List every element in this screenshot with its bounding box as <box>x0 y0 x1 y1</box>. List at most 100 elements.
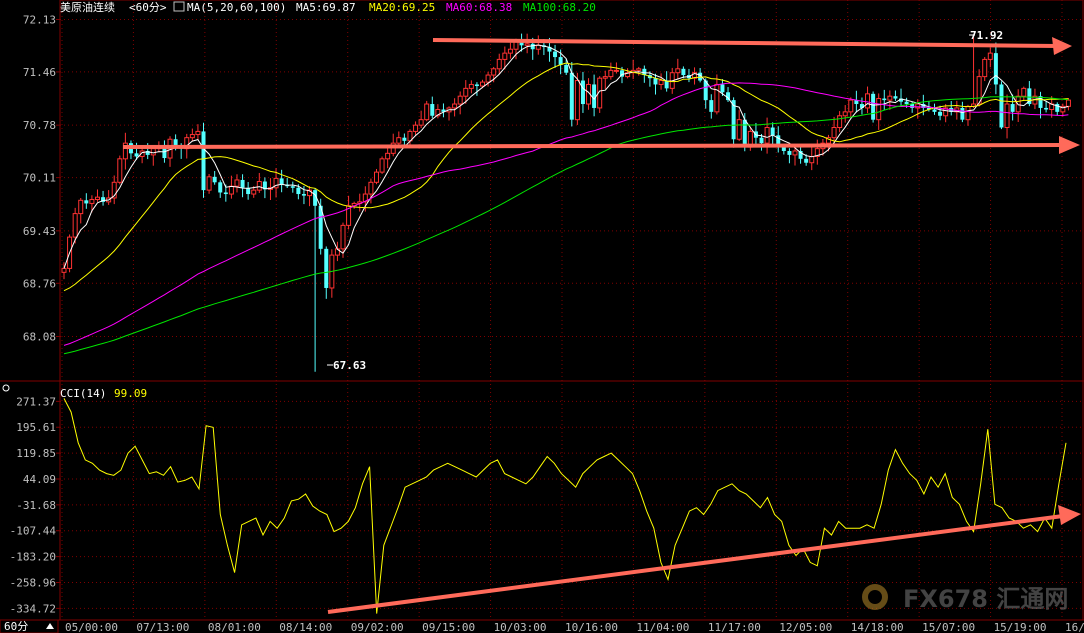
candle <box>965 104 971 126</box>
moving-average-lines <box>63 44 1069 355</box>
candle <box>78 198 84 224</box>
candle <box>167 136 173 167</box>
candle <box>770 122 775 146</box>
time-tick-label: 11/04:00 <box>636 621 689 633</box>
price-tick-label: 69.43 <box>23 225 56 238</box>
candle <box>101 190 106 206</box>
candle <box>189 128 195 142</box>
candle <box>117 155 123 185</box>
candle <box>290 181 295 193</box>
candle <box>385 146 391 169</box>
instrument-title: 美原油连续 <box>60 0 115 14</box>
candle <box>84 193 89 209</box>
candle <box>842 105 848 123</box>
candle <box>218 180 223 198</box>
candle <box>987 47 993 68</box>
candle <box>474 82 479 96</box>
period-footer[interactable]: 60分 <box>0 619 59 633</box>
annotations: 71.92 67.63 <box>122 29 1081 614</box>
watermark-text: FX678 汇通网 <box>903 585 1068 613</box>
time-tick-label: 15/19:00 <box>994 621 1047 633</box>
candle <box>602 70 608 90</box>
candle <box>814 139 820 165</box>
candle <box>424 100 430 122</box>
candle <box>675 58 681 80</box>
time-tick-label: 08/01:00 <box>208 621 261 633</box>
candle <box>334 241 340 262</box>
support-arrow <box>122 136 1080 154</box>
candle <box>452 98 458 117</box>
candle <box>240 174 245 198</box>
candle <box>206 173 212 194</box>
candle <box>329 249 335 298</box>
time-tick-label: 14/18:00 <box>851 621 904 633</box>
price-tick-label: 71.46 <box>23 66 56 79</box>
cci-tick-label: 119.85 <box>16 447 56 460</box>
cci-tick-label: -107.44 <box>10 525 57 538</box>
candle <box>859 97 864 115</box>
candle <box>993 42 998 95</box>
time-axis: 05/00:00 07/13:00 08/01:00 08/14:00 09/02:00… <box>65 621 1084 633</box>
candle <box>692 67 698 85</box>
cci-tick-label: -334.72 <box>10 602 56 615</box>
cci-tick-label: -31.68 <box>16 499 56 512</box>
time-tick-label: 10/16:00 <box>565 621 618 633</box>
candle <box>809 146 815 171</box>
price-tick-label: 68.76 <box>23 277 56 290</box>
candle <box>848 97 854 118</box>
candle <box>736 110 742 142</box>
cci-current-value: 99.09 <box>114 387 147 400</box>
time-tick-label: 12/05:00 <box>779 621 832 633</box>
candle <box>111 175 117 205</box>
candle <box>999 81 1004 130</box>
candle <box>441 103 446 118</box>
candle <box>553 44 558 68</box>
low-price-label: 67.63 <box>333 359 366 372</box>
candle <box>943 104 949 123</box>
candle <box>496 53 502 74</box>
cci-title: CCI(14) <box>60 387 106 400</box>
candle <box>871 91 876 123</box>
time-tick-label: 09/02:00 <box>351 621 404 633</box>
candle <box>507 42 513 59</box>
time-tick-label: 15/07:00 <box>922 621 975 633</box>
candle <box>89 195 95 213</box>
candle <box>899 88 904 107</box>
candle <box>195 124 201 140</box>
candle <box>787 148 792 164</box>
candle <box>106 190 112 205</box>
price-tick-label: 70.11 <box>23 172 56 185</box>
price-header: 美原油连续 <60分> MA(5,20,60,100) MA5:69.87 MA… <box>60 0 596 14</box>
candle <box>430 96 435 119</box>
candle <box>379 156 385 174</box>
indicator-toggle-icon[interactable] <box>173 1 185 12</box>
candle <box>709 94 714 119</box>
candle <box>1021 86 1027 101</box>
price-tick-label: 70.78 <box>23 119 56 132</box>
ma60-line <box>63 82 1069 346</box>
period-footer-label: 60分 <box>4 620 28 633</box>
candle <box>681 66 686 79</box>
candle <box>418 110 424 129</box>
ma100-line <box>63 96 1069 355</box>
time-tick-label: 05/00:00 <box>65 621 118 633</box>
candle <box>714 74 720 115</box>
candle <box>580 71 585 113</box>
candle <box>597 76 603 113</box>
cci-tick-label: 271.37 <box>16 395 56 408</box>
candle <box>212 171 217 185</box>
candle <box>569 62 574 127</box>
candle <box>636 66 642 76</box>
candle <box>893 90 898 101</box>
candle <box>854 90 859 113</box>
candle <box>228 175 234 199</box>
candle <box>246 181 251 200</box>
price-tick-label: 68.08 <box>23 331 56 344</box>
candle <box>882 89 887 111</box>
ma60-value: MA60:68.38 <box>446 1 512 14</box>
panel-settings-icon[interactable] <box>2 384 10 392</box>
grid <box>0 0 1084 621</box>
candle <box>256 172 262 193</box>
candle <box>279 169 284 193</box>
price-tick-label: 72.13 <box>23 13 56 26</box>
